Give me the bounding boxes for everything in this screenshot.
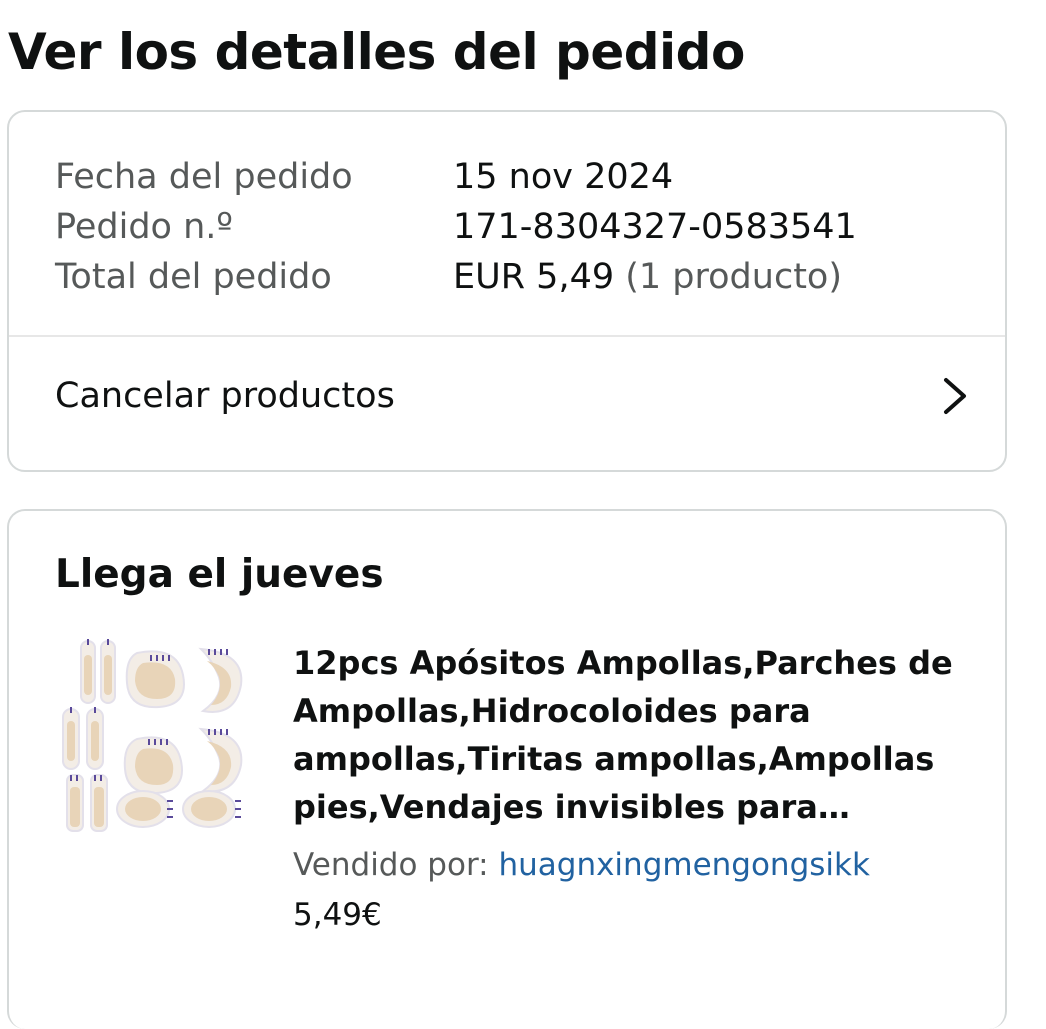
page-title: Ver los detalles del pedido (8, 23, 745, 81)
order-date-label: Fecha del pedido (55, 157, 353, 197)
cancel-products-label: Cancelar productos (55, 376, 395, 416)
order-total-value: EUR 5,49 (1 producto) (453, 257, 842, 297)
order-summary-rows: Fecha del pedido 15 nov 2024 Pedido n.º … (55, 152, 965, 302)
order-total-label: Total del pedido (55, 257, 332, 297)
divider (9, 335, 1005, 337)
order-summary-card: Fecha del pedido 15 nov 2024 Pedido n.º … (7, 110, 1007, 472)
order-total-amount: EUR 5,49 (453, 257, 615, 297)
order-number-row: Pedido n.º 171-8304327-0583541 (55, 202, 965, 252)
delivery-title: Llega el jueves (55, 552, 384, 597)
product-image[interactable] (57, 635, 247, 835)
order-number-label: Pedido n.º (55, 207, 233, 247)
order-date-value: 15 nov 2024 (453, 157, 674, 197)
order-total-row: Total del pedido EUR 5,49 (1 producto) (55, 252, 965, 302)
delivery-card: Llega el jueves 12pcs Apósitos Ampollas,… (7, 509, 1007, 1029)
seller-label: Vendido por: (293, 847, 489, 883)
product-price: 5,49€ (293, 897, 382, 933)
cancel-products-button[interactable]: Cancelar productos (55, 360, 975, 432)
chevron-right-icon (935, 376, 975, 416)
product-title-link[interactable]: 12pcs Apósitos Ampollas,Parches de Ampol… (293, 639, 973, 831)
order-date-row: Fecha del pedido 15 nov 2024 (55, 152, 965, 202)
order-number-value: 171-8304327-0583541 (453, 207, 857, 247)
product-info: 12pcs Apósitos Ampollas,Parches de Ampol… (293, 639, 973, 935)
order-total-item-count: (1 producto) (625, 257, 842, 297)
seller-line: Vendido por: huagnxingmengongsikk (293, 845, 973, 885)
seller-link[interactable]: huagnxingmengongsikk (498, 847, 869, 883)
